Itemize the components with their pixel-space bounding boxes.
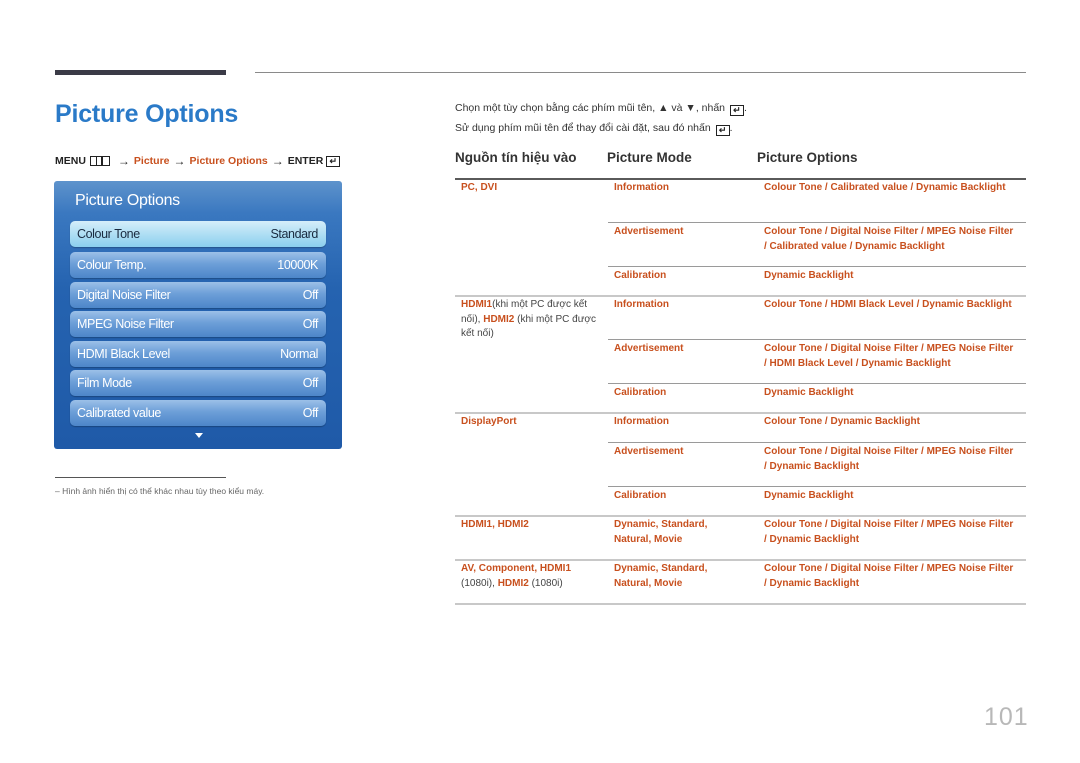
instruction-text: Chọn một tùy chọn bằng các phím mũi tên,… — [455, 102, 726, 114]
source-hdmi1-hdmi2: HDMI1, HDMI2 — [461, 519, 529, 530]
period: . — [743, 102, 747, 114]
footnote: – Hình ảnh hiển thị có thể khác nhau tùy… — [55, 486, 265, 496]
down-arrow-icon[interactable] — [195, 433, 203, 438]
source-pc-dvi: PC, DVI — [461, 182, 498, 193]
mode-dynamic-standard-natural-movie: Dynamic, Standard, Natural, Movie — [614, 519, 708, 545]
menu-step-picture: Picture — [133, 155, 170, 167]
osd-item-value: Off — [302, 376, 319, 390]
instruction-line-1: Chọn một tùy chọn bằng các phím mũi tên,… — [455, 102, 747, 116]
enter-icon: ↵ — [729, 105, 744, 116]
osd-item-film-mode[interactable]: Film Mode Off — [70, 370, 326, 396]
osd-title: Picture Options — [75, 192, 180, 209]
row-divider — [608, 383, 1026, 384]
page-number: 101 — [984, 703, 1029, 731]
arrow-icon: → — [117, 154, 130, 168]
mode-advertisement: Advertisement — [614, 343, 684, 354]
mode-calibration: Calibration — [614, 490, 667, 501]
source-hdmi1: HDMI1 — [461, 299, 493, 310]
osd-item-value: 10000K — [277, 258, 318, 272]
source-note: (1080i) — [528, 577, 563, 589]
osd-item-label: MPEG Noise Filter — [77, 317, 174, 331]
options-dp-information: Colour Tone / Dynamic Backlight — [764, 416, 920, 427]
mode-advertisement: Advertisement — [614, 446, 684, 457]
row-divider — [608, 486, 1026, 487]
osd-item-colour-temp[interactable]: Colour Temp. 10000K — [70, 252, 326, 278]
group-divider — [455, 412, 1026, 414]
group-divider — [455, 559, 1026, 561]
table-bottom-rule — [455, 603, 1026, 605]
row-divider — [608, 339, 1026, 340]
source-av: AV, Component, HDMI1 — [461, 563, 572, 574]
header-picture-mode: Picture Mode — [607, 150, 692, 165]
osd-item-label: Digital Noise Filter — [77, 288, 171, 302]
period: . — [729, 122, 733, 134]
mode-advertisement: Advertisement — [614, 226, 684, 237]
arrow-icon: → — [271, 154, 284, 168]
group-divider — [455, 515, 1026, 517]
menu-step-picture-options: Picture Options — [189, 155, 268, 167]
menu-icon — [89, 156, 110, 166]
options-hdmi-advertisement: Colour Tone / Digital Noise Filter / MPE… — [764, 343, 1014, 369]
enter-icon: ↵ — [715, 125, 730, 136]
header-input-source: Nguồn tín hiệu vào — [455, 150, 577, 165]
enter-label: ENTER — [287, 155, 324, 167]
menu-label: MENU — [55, 155, 86, 167]
mode-information: Information — [614, 182, 669, 193]
instruction-text: Sử dụng phím mũi tên để thay đổi cài đặt… — [455, 122, 711, 134]
page-title: Picture Options — [55, 100, 239, 128]
enter-icon: ↵ — [326, 155, 341, 167]
source-av-component: AV, Component, HDMI1 (1080i), HDMI2 (108… — [461, 562, 591, 591]
header-picture-options: Picture Options — [757, 150, 858, 165]
options-hdmi12: Colour Tone / Digital Noise Filter / MPE… — [764, 519, 1014, 545]
osd-item-value: Normal — [280, 347, 318, 361]
options-pc-calibration: Dynamic Backlight — [764, 270, 854, 281]
source-note: (1080i), — [461, 577, 498, 589]
instruction-line-2: Sử dụng phím mũi tên để thay đổi cài đặt… — [455, 122, 733, 136]
osd-item-digital-noise-filter[interactable]: Digital Noise Filter Off — [70, 282, 326, 308]
mode-information: Information — [614, 299, 669, 310]
mode-dynamic-standard-natural-movie: Dynamic, Standard, Natural, Movie — [614, 563, 708, 589]
osd-item-calibrated-value[interactable]: Calibrated value Off — [70, 400, 326, 426]
osd-item-label: HDMI Black Level — [77, 347, 170, 361]
row-divider — [608, 266, 1026, 267]
osd-item-value: Off — [302, 317, 319, 331]
osd-item-label: Film Mode — [77, 376, 132, 390]
osd-item-value: Standard — [270, 227, 318, 241]
source-hdmi-pc: HDMI1(khi một PC được kết nối), HDMI2 (k… — [461, 298, 601, 342]
osd-item-value: Off — [302, 406, 319, 420]
group-divider — [455, 295, 1026, 297]
options-pc-advertisement: Colour Tone / Digital Noise Filter / MPE… — [764, 226, 1014, 252]
mode-calibration: Calibration — [614, 270, 667, 281]
table-top-rule — [455, 178, 1026, 180]
osd-item-label: Calibrated value — [77, 406, 161, 420]
osd-menu: Picture Options Colour Tone Standard Col… — [54, 181, 342, 449]
mode-information: Information — [614, 416, 669, 427]
osd-item-label: Colour Tone — [77, 227, 140, 241]
header-bar-dark — [55, 70, 226, 75]
row-divider — [608, 442, 1026, 443]
header-rule — [255, 72, 1026, 73]
options-dp-calibration: Dynamic Backlight — [764, 490, 854, 501]
options-dp-advertisement: Colour Tone / Digital Noise Filter / MPE… — [764, 446, 1014, 472]
osd-item-hdmi-black-level[interactable]: HDMI Black Level Normal — [70, 341, 326, 367]
osd-item-value: Off — [302, 288, 319, 302]
osd-item-label: Colour Temp. — [77, 258, 147, 272]
source-hdmi2: HDMI2 — [497, 577, 529, 589]
options-pc-information: Colour Tone / Calibrated value / Dynamic… — [764, 182, 1006, 193]
arrow-icon: → — [173, 154, 186, 168]
options-av: Colour Tone / Digital Noise Filter / MPE… — [764, 563, 1014, 589]
options-hdmi-information: Colour Tone / HDMI Black Level / Dynamic… — [764, 299, 1012, 310]
menu-path: MENU → Picture → Picture Options → ENTER… — [55, 154, 341, 168]
osd-item-colour-tone[interactable]: Colour Tone Standard — [70, 221, 326, 247]
source-hdmi2: HDMI2 — [483, 313, 515, 325]
source-displayport: DisplayPort — [461, 416, 517, 427]
options-hdmi-calibration: Dynamic Backlight — [764, 387, 854, 398]
row-divider — [608, 222, 1026, 223]
mode-calibration: Calibration — [614, 387, 667, 398]
osd-item-mpeg-noise-filter[interactable]: MPEG Noise Filter Off — [70, 311, 326, 337]
footnote-rule — [55, 477, 226, 478]
